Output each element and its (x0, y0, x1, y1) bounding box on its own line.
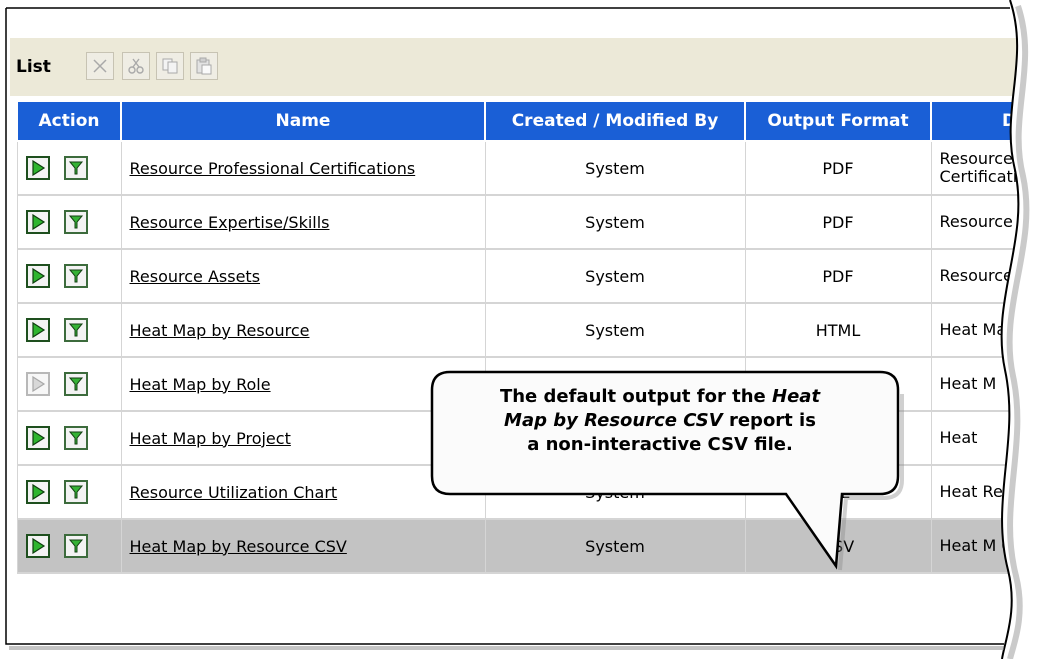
callout-line1-pre: The default output for the (499, 386, 773, 407)
callout-line3: a non-interactive CSV file. (527, 434, 793, 455)
callout-line2-em: Map by Resource CSV (504, 410, 723, 431)
screenshot-frame: List Action Name Created / Modified By O… (0, 0, 1050, 659)
callout-bubble (430, 370, 904, 571)
callout-line2-post: report is (722, 410, 816, 431)
callout-line1-em: Heat (772, 386, 821, 407)
callout-text: The default output for the Heat Map by R… (440, 385, 880, 457)
